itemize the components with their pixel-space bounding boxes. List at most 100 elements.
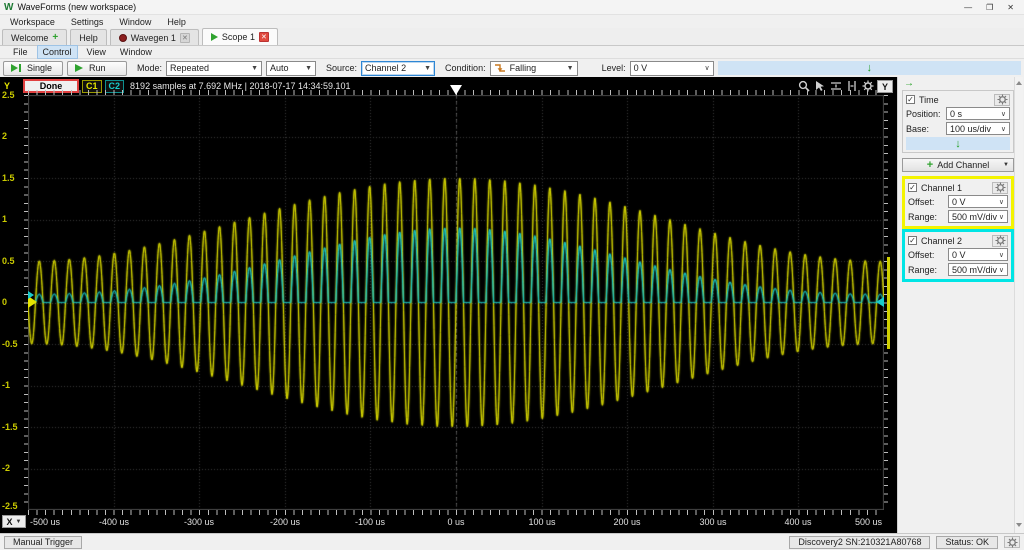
mode-value: Repeated [170, 63, 210, 73]
channel1-checkbox[interactable]: ✓ [908, 183, 917, 192]
mode-select[interactable]: Repeated ▼ [166, 60, 263, 76]
channel2-checkbox[interactable]: ✓ [908, 236, 917, 245]
channel1-offset-select[interactable]: 0 V ∨ [948, 195, 1008, 208]
plus-icon: + [52, 31, 59, 43]
x-axis-button-label: X [6, 516, 13, 527]
channel2-range-select[interactable]: 500 mV/div ∨ [948, 263, 1008, 276]
falling-edge-icon [494, 64, 505, 72]
time-settings-gear-icon[interactable] [994, 93, 1010, 106]
channel2-offset-select[interactable]: 0 V ∨ [948, 248, 1008, 261]
source-label: Source: [326, 63, 358, 73]
tab-help-label: Help [79, 32, 98, 43]
minimize-button[interactable]: — [964, 3, 972, 12]
time-group-header: ✓ Time [906, 93, 1010, 106]
channel2-settings-gear-icon[interactable] [992, 234, 1008, 247]
time-strip[interactable]: ↓ [906, 137, 1010, 150]
chevron-down-icon: ∨ [1000, 125, 1006, 133]
base-label: Base: [906, 123, 930, 134]
window-title: WaveForms (new workspace) [17, 2, 137, 12]
y-axis-tick: 2.5 [2, 90, 15, 100]
condition-select[interactable]: Falling ▼ [489, 60, 578, 76]
tab-bar: Welcome + Help Wavegen 1 ✕ Scope 1 ✕ [0, 28, 1024, 46]
time-label: Time [919, 94, 939, 105]
scroll-up-icon[interactable] [1016, 81, 1022, 85]
close-icon[interactable]: ✕ [179, 32, 190, 43]
x-axis-tick: -200 us [269, 517, 301, 527]
add-channel-button[interactable]: + Add Channel ▼ [902, 158, 1014, 172]
menu-window2[interactable]: Window [115, 46, 157, 58]
position-label: Position: [906, 108, 941, 119]
trigger-level-marker[interactable] [876, 297, 884, 307]
position-select[interactable]: 0 s ∨ [946, 107, 1010, 120]
condition-label: Condition: [445, 63, 486, 73]
channel2-offset-value: 0 V [952, 249, 966, 260]
trigger-position-strip[interactable]: ↓ [717, 61, 1021, 75]
trigger-position-marker[interactable] [450, 85, 462, 95]
x-axis-tick: -400 us [98, 517, 130, 527]
single-label: Single [27, 63, 53, 73]
title-bar: W WaveForms (new workspace) — ❐ ✕ [0, 0, 1024, 15]
menu-file[interactable]: File [8, 46, 33, 58]
y-axis-tick: -1 [2, 380, 11, 390]
close-button[interactable]: ✕ [1007, 3, 1014, 12]
close-icon[interactable]: ✕ [258, 32, 269, 42]
scope-plot-area: Y Done C1 C2 8192 samples at 7.692 MHz |… [0, 77, 897, 533]
arrow-down-icon: ↓ [866, 62, 873, 74]
acquisition-select[interactable]: Auto ▼ [266, 60, 317, 76]
menu-window[interactable]: Window [119, 17, 151, 27]
y-axis-tick: 0.5 [2, 256, 15, 266]
single-button[interactable]: Single [3, 60, 63, 76]
tab-help[interactable]: Help [70, 29, 107, 45]
menu-settings[interactable]: Settings [71, 17, 104, 27]
offset-label: Offset: [908, 249, 935, 260]
menu-help[interactable]: Help [167, 17, 186, 27]
device-settings-gear-icon[interactable] [1004, 536, 1020, 548]
x-axis-menu-button[interactable]: X ▼ [2, 515, 26, 528]
device-badge[interactable]: Discovery2 SN:210321A80768 [789, 535, 931, 549]
run-label: Run [89, 63, 106, 73]
source-select[interactable]: Channel 2 ▼ [361, 60, 436, 76]
menu-workspace[interactable]: Workspace [10, 17, 55, 27]
scroll-down-icon[interactable] [1016, 523, 1022, 527]
waveform-canvas[interactable] [28, 95, 884, 510]
menu-view[interactable]: View [82, 46, 111, 58]
status-bar-right: Discovery2 SN:210321A80768 Status: OK [789, 535, 1020, 549]
condition-value-wrap: Falling [494, 62, 537, 74]
menu-control[interactable]: Control [36, 45, 78, 59]
channel1-range-select[interactable]: 500 mV/div ∨ [948, 210, 1008, 223]
offset-label: Offset: [908, 196, 935, 207]
channel2-label: Channel 2 [921, 235, 963, 246]
source-value: Channel 2 [365, 63, 407, 73]
tab-wavegen[interactable]: Wavegen 1 ✕ [109, 29, 199, 45]
tab-welcome[interactable]: Welcome + [2, 29, 68, 45]
x-axis-tick: -500 us [30, 517, 61, 527]
chevron-down-icon: ∨ [998, 213, 1004, 221]
tab-scope[interactable]: Scope 1 ✕ [201, 28, 278, 45]
condition-value: Falling [509, 63, 537, 73]
x-axis-tick: 0 us [447, 517, 465, 527]
x-axis-tick: 300 us [699, 517, 727, 527]
arrow-down-icon: ↓ [955, 137, 961, 150]
chevron-down-icon: ▼ [566, 64, 574, 72]
add-channel-label: Add Channel [937, 160, 990, 170]
channel2-offset-marker[interactable] [28, 291, 34, 299]
level-select[interactable]: 0 V ∨ [629, 60, 714, 76]
channel2-offset-row: Offset: 0 V ∨ [908, 247, 1008, 262]
channel1-settings-gear-icon[interactable] [992, 181, 1008, 194]
run-icon [75, 64, 83, 72]
base-select[interactable]: 100 us/div ∨ [946, 122, 1010, 135]
time-group: ✓ Time Position: 0 s ∨ Base: 100 us/div … [902, 90, 1014, 153]
time-checkbox[interactable]: ✓ [906, 95, 915, 104]
maximize-button[interactable]: ❐ [986, 3, 993, 12]
y-axis-tick: 0 [2, 297, 8, 307]
manual-trigger-button[interactable]: Manual Trigger [4, 535, 83, 549]
y-axis-tick: -2.5 [2, 501, 18, 511]
channel1-offset-row: Offset: 0 V ∨ [908, 194, 1008, 209]
chevron-down-icon: ▼ [424, 64, 432, 72]
chevron-down-icon: ▼ [1003, 162, 1009, 168]
run-button[interactable]: Run [67, 60, 127, 76]
chevron-down-icon: ▼ [15, 518, 22, 525]
panel-scrollbar[interactable] [1014, 77, 1023, 533]
x-axis-tick: -300 us [183, 517, 215, 527]
chevron-down-icon: ∨ [998, 266, 1004, 274]
